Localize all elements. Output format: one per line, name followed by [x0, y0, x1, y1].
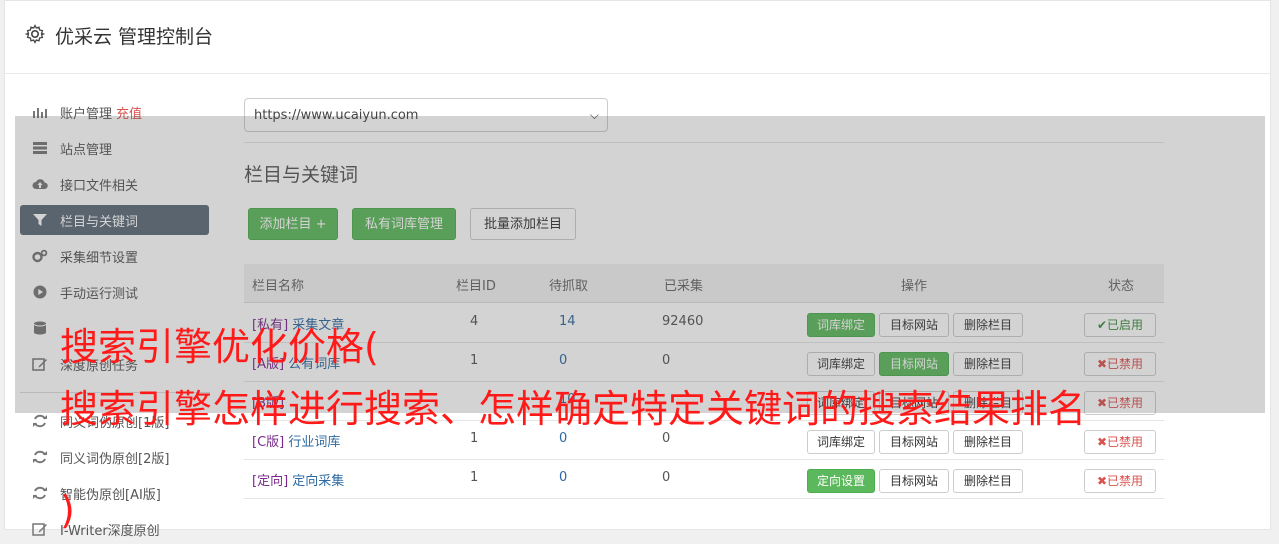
collected-count: 0 — [662, 470, 671, 485]
header-bar: 优采云 管理控制台 — [5, 1, 1270, 74]
edit-icon — [32, 523, 47, 536]
status-toggle[interactable]: ✖已禁用 — [1084, 430, 1156, 454]
column-tag: [定向] — [252, 474, 289, 489]
sidebar-item-synonym-v2[interactable]: 同义词伪原创[2版] — [20, 442, 209, 472]
column-title: 定向采集 — [292, 474, 345, 489]
sidebar-item-iwriter[interactable]: I-Writer深度原创 — [20, 514, 209, 544]
column-title: 行业词库 — [288, 435, 341, 450]
collected-count: 0 — [662, 431, 671, 446]
lexicon-bind-button[interactable]: 词库绑定 — [807, 430, 875, 454]
column-id: 1 — [470, 470, 479, 485]
sidebar-item-ai-rewrite[interactable]: 智能伪原创[AI版] — [20, 478, 209, 508]
refresh-icon — [33, 450, 47, 464]
pending-count[interactable]: 0 — [559, 431, 567, 446]
column-name[interactable]: [定向] 定向采集 — [252, 470, 344, 489]
target-site-button[interactable]: 目标网站 — [879, 430, 949, 454]
close-icon: ✖ — [1096, 474, 1108, 488]
delete-column-button[interactable]: 删除栏目 — [953, 430, 1023, 454]
column-name[interactable]: [C版] 行业词库 — [252, 431, 340, 450]
delete-column-button[interactable]: 删除栏目 — [953, 469, 1023, 493]
status-label: 已禁用 — [1107, 435, 1144, 449]
lexicon-bind-button[interactable]: 定向设置 — [807, 469, 875, 493]
page-title: 优采云 管理控制台 — [55, 26, 214, 48]
ad-text-line1: 搜索引擎优化价格( — [60, 325, 379, 369]
refresh-icon — [33, 414, 47, 428]
pending-count[interactable]: 0 — [559, 470, 567, 485]
status-label: 已禁用 — [1107, 474, 1144, 488]
ad-text-line2: 搜索引擎怎样进行搜索、怎样确定特定关键词的搜索结果排名 — [60, 387, 1087, 431]
sidebar-item-label: 同义词伪原创[2版] — [60, 452, 170, 467]
column-tag: [C版] — [252, 435, 285, 450]
close-icon: ✖ — [1096, 435, 1108, 449]
refresh-icon — [33, 486, 47, 500]
sidebar-item-label: 智能伪原创[AI版] — [60, 488, 161, 503]
table-row: [定向] 定向采集 1 0 0 定向设置 目标网站 删除栏目 ✖已禁用 — [244, 459, 1164, 499]
status-toggle[interactable]: ✖已禁用 — [1084, 469, 1156, 493]
gear-icon — [25, 24, 45, 44]
ad-text-line3: ) — [60, 488, 75, 532]
column-id: 1 — [470, 431, 479, 446]
target-site-button[interactable]: 目标网站 — [879, 469, 949, 493]
